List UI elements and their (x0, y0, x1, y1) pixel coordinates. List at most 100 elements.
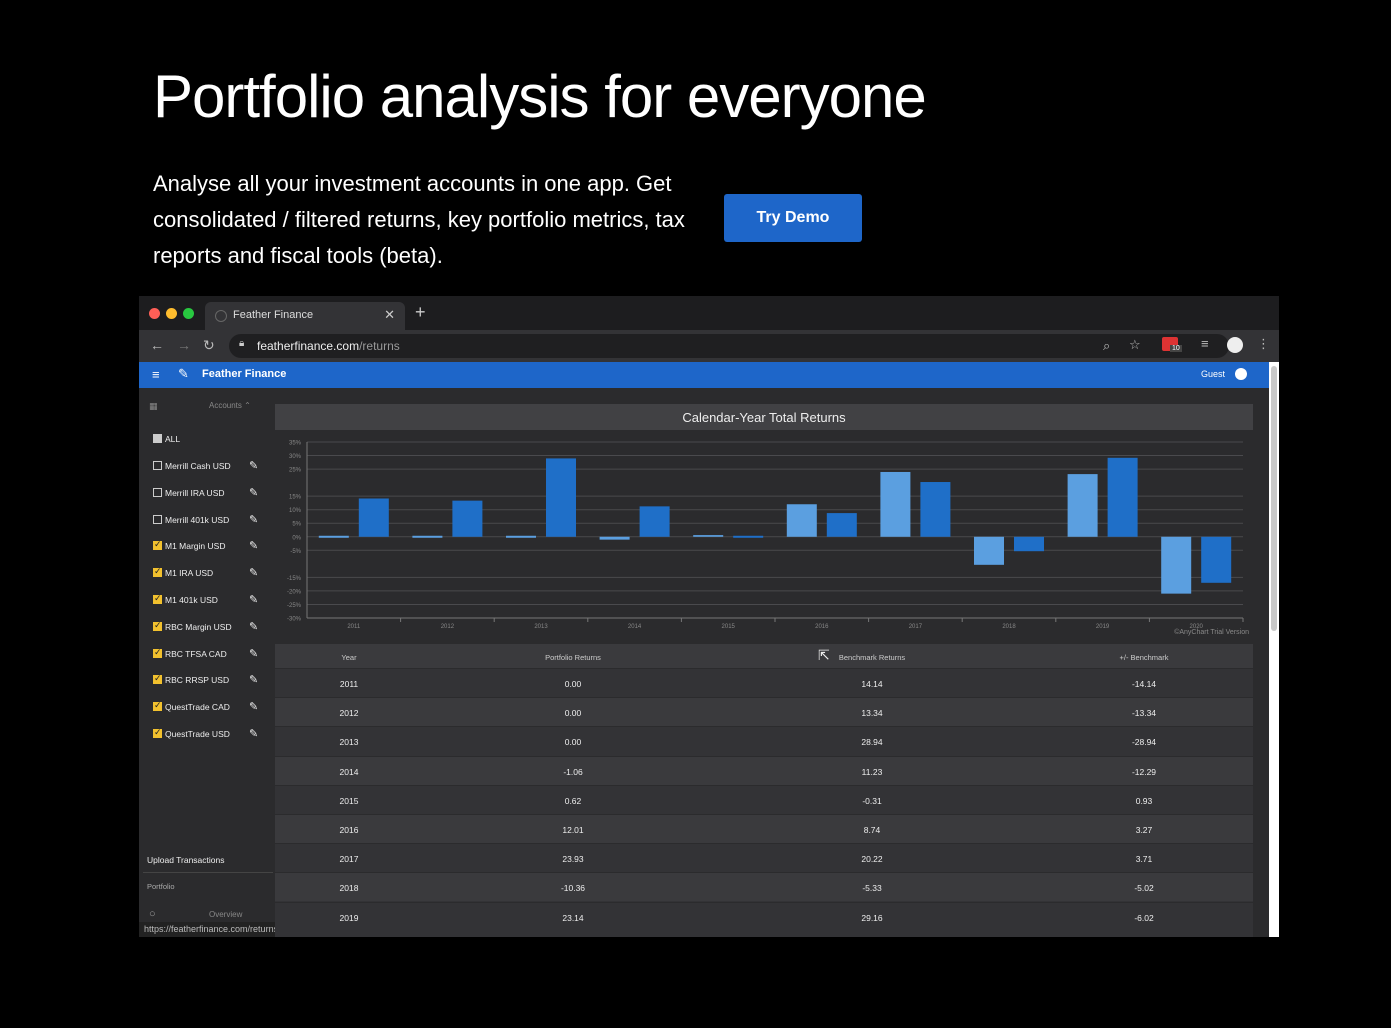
account-checkbox[interactable] (153, 620, 162, 631)
reload-icon[interactable]: ↻ (203, 337, 215, 354)
table-cell: 0.00 (564, 679, 582, 689)
table-cell: 0.93 (1135, 795, 1153, 806)
bar (786, 504, 817, 537)
returns-table: Year Portfolio Returns Benchmark Returns… (275, 644, 1253, 937)
new-tab-button[interactable]: + (415, 302, 426, 323)
table-cell: 28.94 (861, 737, 883, 748)
app-header: ≡ ✎ Feather Finance Guest (139, 362, 1269, 388)
extension-logo-icon[interactable] (1227, 337, 1243, 353)
edit-pencil-icon[interactable]: ✎ (249, 486, 258, 499)
upload-transactions-link[interactable]: Upload Transactions (147, 855, 225, 865)
edit-pencil-icon[interactable]: ✎ (249, 539, 258, 552)
grid-icon: ▦ (149, 401, 158, 411)
try-demo-button[interactable]: Try Demo (724, 194, 862, 242)
page-scrollbar[interactable] (1269, 362, 1279, 937)
returns-bar-chart: -30% -25% -20% -15% -5% 0% 5% 10% 15% 25% 30% 35% 20… (287, 441, 1244, 630)
account-row[interactable]: Merrill 401k USD ✎ (153, 513, 265, 527)
bar (506, 535, 536, 538)
edit-pencil-icon[interactable]: ✎ (249, 459, 258, 472)
account-checkbox[interactable] (153, 566, 162, 578)
bar (1161, 536, 1192, 594)
hero-description: Analyse all your investment accounts in … (153, 171, 685, 268)
app-brand: Feather Finance (202, 368, 287, 380)
favicon-icon (215, 310, 227, 322)
hamburger-menu-icon[interactable]: ≡ (152, 367, 160, 382)
column-header-year[interactable]: Year (249, 653, 449, 662)
table-cell: -13.34 (1131, 708, 1157, 719)
column-header-portfolio-returns[interactable]: Portfolio Returns (473, 653, 673, 662)
table-cell: 11.23 (861, 766, 883, 777)
table-cell: 12.01 (562, 825, 584, 835)
y-tick-label: -20% (287, 589, 302, 595)
table-cell: 2015 (339, 795, 359, 806)
bookmark-star-icon[interactable]: ☆ (1129, 337, 1141, 353)
back-icon[interactable]: ← (150, 337, 164, 353)
browser-tab[interactable]: Feather Finance ✕ (205, 302, 405, 330)
account-row[interactable]: Merrill IRA USD ✎ (153, 486, 265, 500)
account-checkbox[interactable] (153, 647, 162, 658)
account-checkbox[interactable] (153, 727, 162, 738)
forward-icon[interactable]: → (177, 337, 191, 353)
user-label[interactable]: Guest (1201, 369, 1225, 379)
returns-chart-panel: Calendar-Year Total Returns -30% -25% -20%… (275, 404, 1253, 640)
account-checkbox[interactable] (153, 673, 162, 685)
tab-close-icon[interactable]: ✕ (384, 307, 395, 323)
reading-list-icon[interactable]: ≡ (1201, 336, 1209, 351)
table-cell: -14.14 (1131, 679, 1157, 689)
account-label: RBC Margin USD (165, 621, 232, 632)
y-tick-label: 5% (292, 522, 301, 528)
zoom-icon[interactable]: ⌕ (1103, 338, 1110, 354)
account-checkbox[interactable] (153, 700, 162, 712)
account-checkbox[interactable] (153, 487, 162, 497)
user-avatar-icon[interactable] (1235, 368, 1247, 380)
account-label: M1 401k USD (165, 595, 218, 605)
bar (1014, 536, 1044, 552)
account-row[interactable]: RBC Margin USD ✎ (153, 620, 265, 634)
bar (826, 513, 857, 537)
x-tick-label: 2011 (347, 624, 361, 630)
account-row[interactable]: M1 Margin USD ✎ (153, 539, 265, 553)
account-row-all[interactable]: ALL (153, 432, 265, 446)
column-header-vs-benchmark[interactable]: +/- Benchmark (1044, 653, 1244, 662)
edit-pencil-icon[interactable]: ✎ (249, 593, 258, 606)
table-cell: 20.22 (861, 854, 883, 865)
bar (639, 506, 670, 537)
account-row[interactable]: Merrill Cash USD ✎ (153, 459, 265, 473)
table-cell: 14.14 (861, 679, 883, 689)
account-checkbox[interactable] (153, 461, 162, 470)
all-checkbox[interactable] (153, 434, 162, 443)
account-checkbox[interactable] (153, 539, 162, 551)
maximize-window-dot[interactable] (183, 308, 194, 319)
chart-watermark: ©AnyChart Trial Version (1174, 629, 1249, 636)
table-row: 2017 23.93 20.22 3.71 (275, 843, 1253, 872)
account-label: Merrill Cash USD (165, 461, 231, 471)
browser-menu-icon[interactable]: ⋮ (1257, 336, 1270, 352)
bar (1107, 457, 1138, 537)
account-row[interactable]: M1 IRA USD ✎ (153, 566, 265, 580)
sidebar-nav-label: Overview (209, 910, 243, 919)
close-window-dot[interactable] (149, 308, 160, 319)
scrollbar-thumb[interactable] (1271, 366, 1277, 631)
account-label: QuestTrade CAD (165, 702, 230, 713)
column-header-benchmark-returns[interactable]: Benchmark Returns (772, 653, 972, 662)
x-tick-label: 2016 (815, 624, 829, 630)
x-tick-label: 2018 (1002, 624, 1016, 630)
address-bar[interactable]: 🔒︎ featherfinance.com/returns ⌕ ☆ (229, 334, 1229, 358)
account-row[interactable]: M1 401k USD ✎ (153, 593, 265, 607)
edit-pencil-icon[interactable]: ✎ (249, 513, 258, 526)
account-checkbox[interactable] (153, 514, 162, 524)
table-cell: -5.02 (1134, 883, 1154, 894)
table-row: 2015 0.62 -0.31 0.93 (275, 784, 1253, 814)
bar (974, 536, 1004, 565)
table-cell: 23.93 (562, 854, 584, 865)
minimize-window-dot[interactable] (166, 308, 177, 319)
table-row: 2011 0.00 14.14 -14.14 (275, 668, 1253, 697)
bar (546, 458, 576, 537)
x-tick-label: 2019 (1096, 624, 1110, 630)
edit-pencil-icon[interactable]: ✎ (249, 620, 258, 633)
account-checkbox[interactable] (153, 593, 162, 604)
y-tick-label: 15% (289, 495, 302, 501)
table-row: 2012 0.00 13.34 -13.34 (275, 697, 1253, 727)
table-cell: 2011 (339, 679, 359, 689)
edit-pencil-icon[interactable]: ✎ (249, 566, 258, 579)
